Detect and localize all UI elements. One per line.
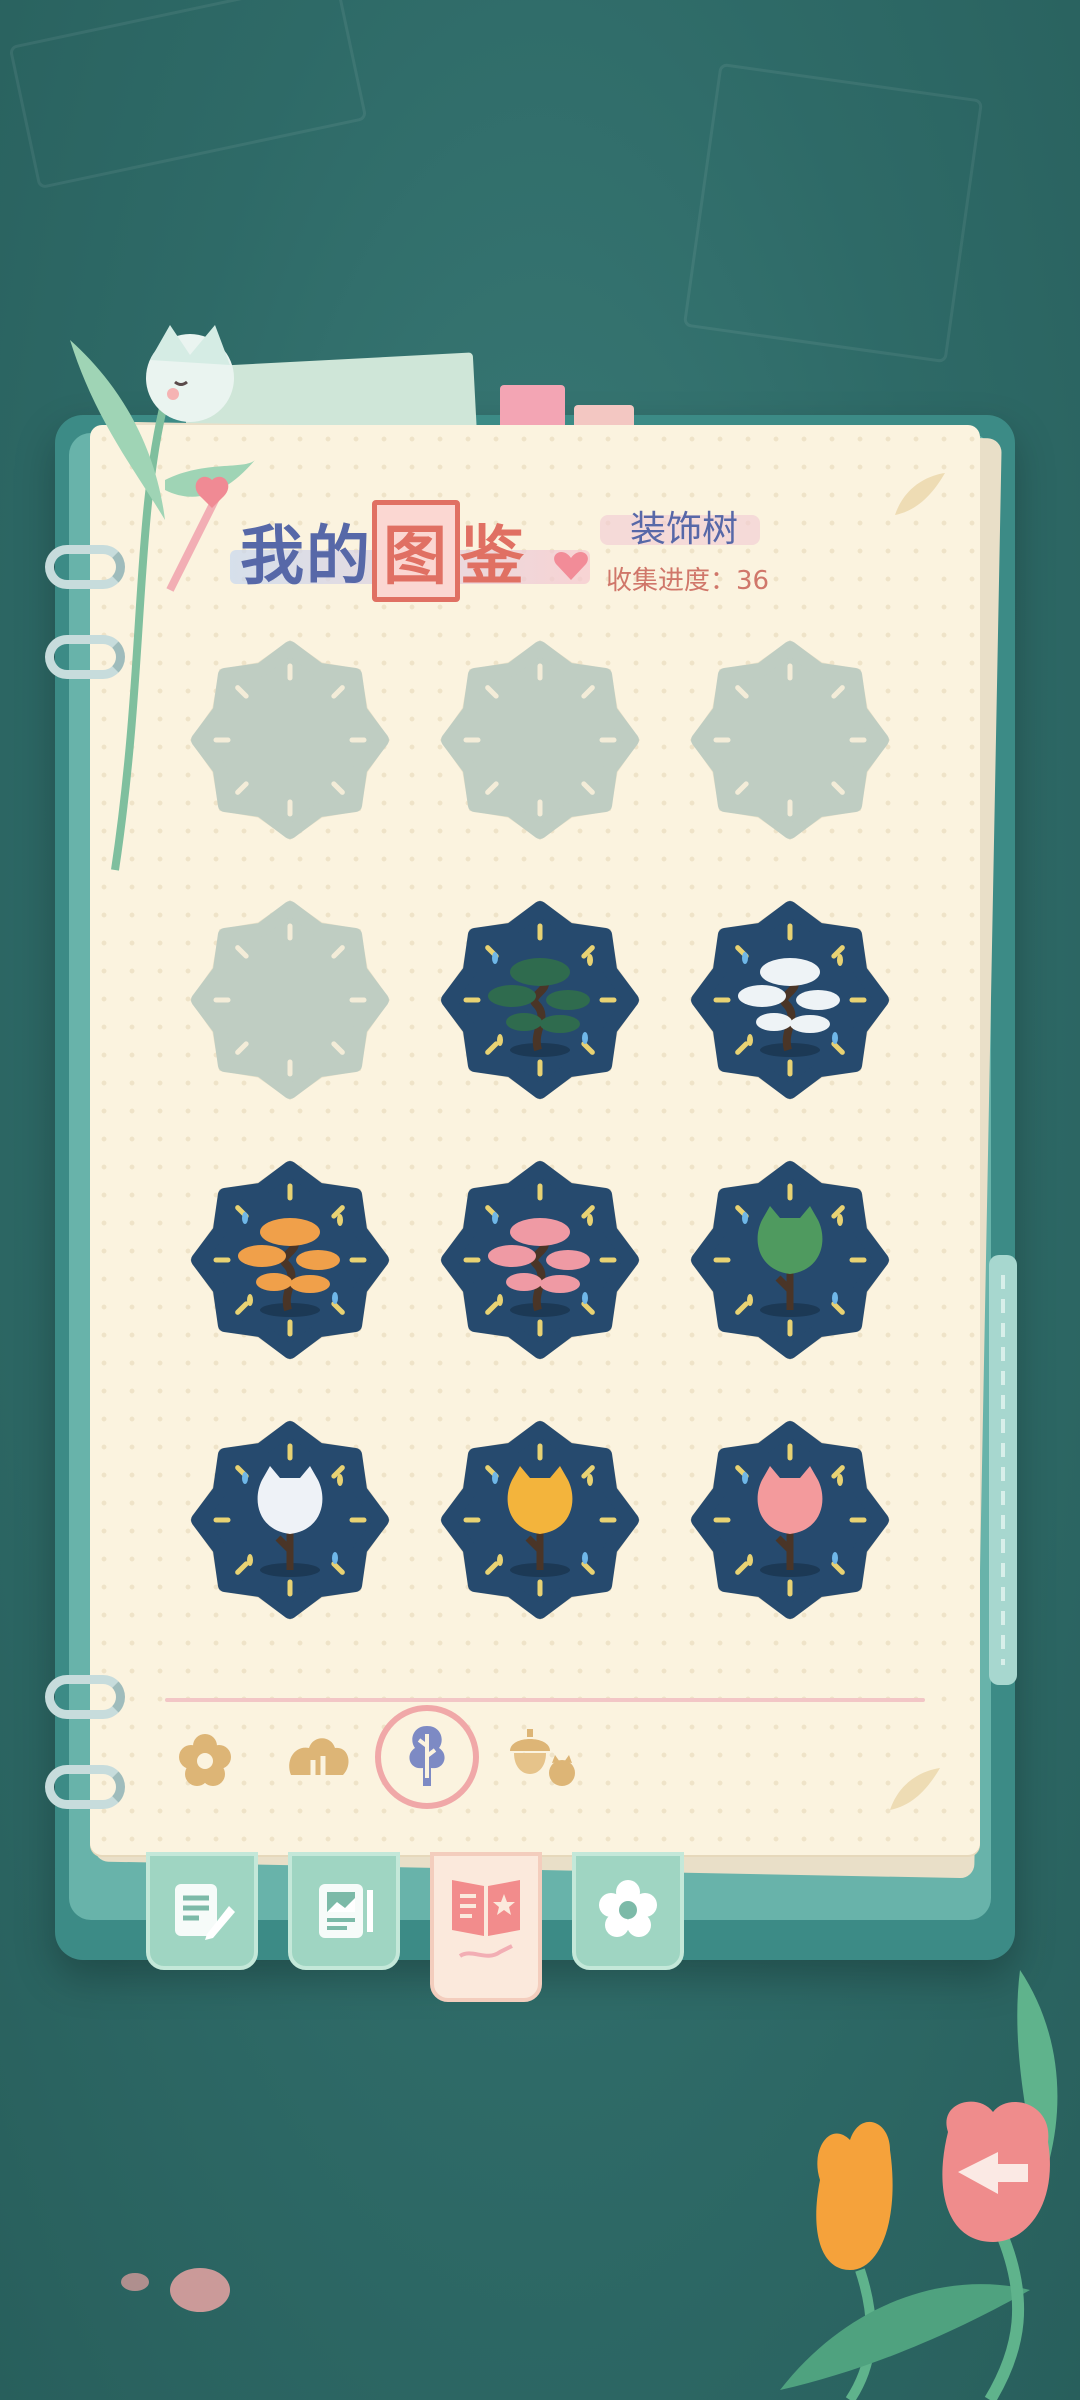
collection-book-icon — [452, 1880, 520, 1958]
collection-item-locked-slot — [690, 640, 890, 840]
category-tab-flowers[interactable] — [165, 1720, 245, 1800]
flower-icon — [179, 1734, 231, 1786]
category-title: 装饰树 — [630, 509, 739, 550]
leaf-corner-decoration — [890, 1768, 940, 1810]
bush-icon — [289, 1738, 349, 1778]
collection-item-locked-slot — [440, 640, 640, 840]
photo-album-icon — [319, 1884, 373, 1938]
collection-item-green-pine-bonsai[interactable] — [440, 900, 640, 1100]
back-button[interactable] — [928, 2092, 1058, 2242]
notes-pen-icon — [175, 1884, 235, 1940]
back-arrow-icon — [942, 2101, 1050, 2242]
collection-item-locked-slot — [190, 900, 390, 1100]
category-divider — [165, 1698, 925, 1702]
category-tab-bushes[interactable] — [278, 1720, 358, 1800]
collection-item-locked-slot — [190, 640, 390, 840]
book-tab-journal[interactable] — [146, 1852, 258, 1970]
category-tab-items[interactable] — [500, 1720, 580, 1800]
collection-item-yellow-cat-tree[interactable] — [440, 1420, 640, 1620]
heart-icon — [554, 551, 588, 580]
book-tab-flowers[interactable] — [572, 1852, 684, 1970]
collection-grid — [190, 640, 900, 1620]
title-boxed-char: 图 — [372, 500, 460, 602]
page-title: 我的图鉴 — [240, 500, 526, 602]
collection-item-orange-pine-bonsai[interactable] — [190, 1160, 390, 1360]
title-suffix: 鉴 — [460, 519, 526, 594]
binder-ring — [45, 1675, 125, 1719]
collection-progress: 收集进度：36 — [606, 566, 770, 596]
tree-icon — [409, 1726, 445, 1786]
collection-item-green-cat-tree[interactable] — [690, 1160, 890, 1360]
acorn-icon — [510, 1729, 575, 1786]
collection-item-snow-pine-bonsai[interactable] — [690, 900, 890, 1100]
collection-item-pink-cat-tree[interactable] — [690, 1420, 890, 1620]
leaf-corner-decoration — [895, 473, 945, 515]
collection-item-pink-pine-bonsai[interactable] — [440, 1160, 640, 1360]
category-tab-trees[interactable] — [375, 1705, 479, 1809]
book-tab-collection[interactable] — [430, 1852, 542, 2002]
background-decoration — [682, 62, 984, 364]
title-area: 我的图鉴 — [230, 500, 590, 602]
pebble-decoration — [121, 2268, 230, 2312]
binder-ring — [45, 1765, 125, 1809]
flower-badge-icon — [599, 1880, 657, 1937]
book-tab-album[interactable] — [288, 1852, 400, 1970]
pencil-heart-decoration — [166, 476, 229, 592]
collection-item-white-cat-tree[interactable] — [190, 1420, 390, 1620]
lace-ribbon-decoration — [989, 1255, 1017, 1685]
